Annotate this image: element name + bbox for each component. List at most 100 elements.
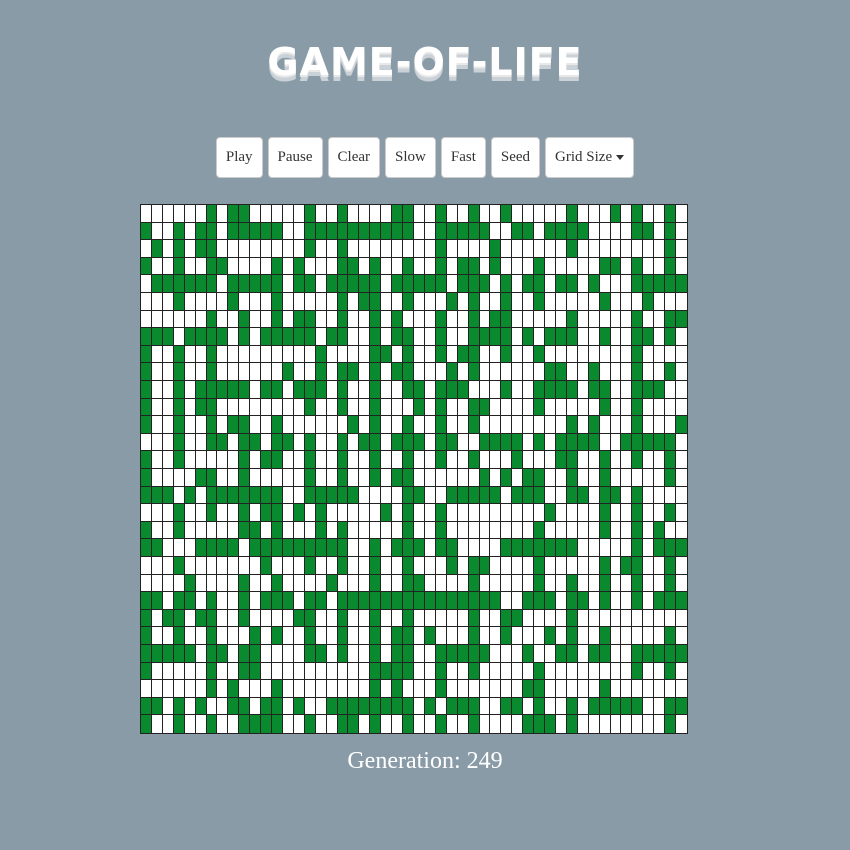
board-cell[interactable] <box>272 539 283 557</box>
board-cell[interactable] <box>141 662 152 681</box>
board-cell[interactable] <box>217 275 229 293</box>
board-cell[interactable] <box>435 662 447 681</box>
board-cell[interactable] <box>610 662 622 681</box>
board-cell[interactable] <box>490 539 502 557</box>
board-cell[interactable] <box>184 381 196 399</box>
board-cell[interactable] <box>479 433 491 452</box>
board-cell[interactable] <box>261 381 273 399</box>
board-cell[interactable] <box>545 504 556 522</box>
board-cell[interactable] <box>173 645 185 663</box>
board-cell[interactable] <box>359 697 371 716</box>
board-cell[interactable] <box>217 609 229 628</box>
board-cell[interactable] <box>293 416 305 434</box>
board-cell[interactable] <box>239 381 251 399</box>
board-cell[interactable] <box>621 416 633 434</box>
board-cell[interactable] <box>534 433 546 452</box>
board-cell[interactable] <box>162 328 174 346</box>
board-cell[interactable] <box>545 697 556 716</box>
board-cell[interactable] <box>217 345 229 364</box>
board-cell[interactable] <box>206 521 218 540</box>
board-cell[interactable] <box>272 293 283 311</box>
board-cell[interactable] <box>654 398 666 417</box>
board-cell[interactable] <box>151 275 163 293</box>
board-cell[interactable] <box>162 363 174 381</box>
board-cell[interactable] <box>446 310 458 329</box>
board-cell[interactable] <box>239 592 251 610</box>
board-cell[interactable] <box>424 275 436 293</box>
board-cell[interactable] <box>141 416 152 434</box>
board-cell[interactable] <box>545 662 556 681</box>
board-cell[interactable] <box>457 539 469 557</box>
board-cell[interactable] <box>457 257 469 276</box>
board-cell[interactable] <box>304 222 316 241</box>
board-cell[interactable] <box>676 486 687 505</box>
board-cell[interactable] <box>392 662 404 681</box>
board-cell[interactable] <box>599 240 611 258</box>
board-cell[interactable] <box>555 451 567 469</box>
board-cell[interactable] <box>392 715 404 733</box>
board-cell[interactable] <box>512 275 524 293</box>
board-cell[interactable] <box>577 609 589 628</box>
board-cell[interactable] <box>304 328 316 346</box>
board-cell[interactable] <box>195 486 207 505</box>
board-cell[interactable] <box>228 680 240 698</box>
board-cell[interactable] <box>414 275 425 293</box>
board-cell[interactable] <box>414 345 425 364</box>
board-cell[interactable] <box>512 504 524 522</box>
board-cell[interactable] <box>446 662 458 681</box>
board-cell[interactable] <box>424 240 436 258</box>
board-cell[interactable] <box>665 662 677 681</box>
board-cell[interactable] <box>326 257 338 276</box>
board-cell[interactable] <box>523 205 535 223</box>
board-cell[interactable] <box>610 293 622 311</box>
board-cell[interactable] <box>599 451 611 469</box>
board-cell[interactable] <box>414 574 425 593</box>
board-cell[interactable] <box>304 363 316 381</box>
board-cell[interactable] <box>195 504 207 522</box>
board-cell[interactable] <box>468 275 480 293</box>
board-cell[interactable] <box>392 240 404 258</box>
board-cell[interactable] <box>228 662 240 681</box>
board-cell[interactable] <box>599 521 611 540</box>
board-cell[interactable] <box>348 310 360 329</box>
board-cell[interactable] <box>141 715 152 733</box>
board-cell[interactable] <box>304 504 316 522</box>
board-cell[interactable] <box>403 451 414 469</box>
board-cell[interactable] <box>632 697 644 716</box>
board-cell[interactable] <box>665 592 677 610</box>
board-cell[interactable] <box>676 469 687 487</box>
board-cell[interactable] <box>588 451 600 469</box>
board-cell[interactable] <box>610 381 622 399</box>
board-cell[interactable] <box>665 539 677 557</box>
board-cell[interactable] <box>490 205 502 223</box>
board-cell[interactable] <box>359 521 371 540</box>
board-cell[interactable] <box>337 363 349 381</box>
board-cell[interactable] <box>435 416 447 434</box>
board-cell[interactable] <box>610 680 622 698</box>
board-cell[interactable] <box>468 680 480 698</box>
board-cell[interactable] <box>359 715 371 733</box>
board-cell[interactable] <box>348 504 360 522</box>
board-cell[interactable] <box>228 310 240 329</box>
board-cell[interactable] <box>534 557 546 575</box>
board-cell[interactable] <box>282 557 294 575</box>
board-cell[interactable] <box>446 609 458 628</box>
board-cell[interactable] <box>424 662 436 681</box>
board-cell[interactable] <box>293 557 305 575</box>
board-cell[interactable] <box>424 609 436 628</box>
board-cell[interactable] <box>151 416 163 434</box>
board-cell[interactable] <box>414 451 425 469</box>
board-cell[interactable] <box>261 574 273 593</box>
board-cell[interactable] <box>184 275 196 293</box>
board-cell[interactable] <box>261 275 273 293</box>
board-cell[interactable] <box>282 645 294 663</box>
board-cell[interactable] <box>337 240 349 258</box>
board-cell[interactable] <box>173 310 185 329</box>
board-cell[interactable] <box>381 328 393 346</box>
board-cell[interactable] <box>359 557 371 575</box>
board-cell[interactable] <box>577 574 589 593</box>
board-cell[interactable] <box>446 257 458 276</box>
board-cell[interactable] <box>599 469 611 487</box>
board-cell[interactable] <box>446 504 458 522</box>
board-cell[interactable] <box>359 363 371 381</box>
